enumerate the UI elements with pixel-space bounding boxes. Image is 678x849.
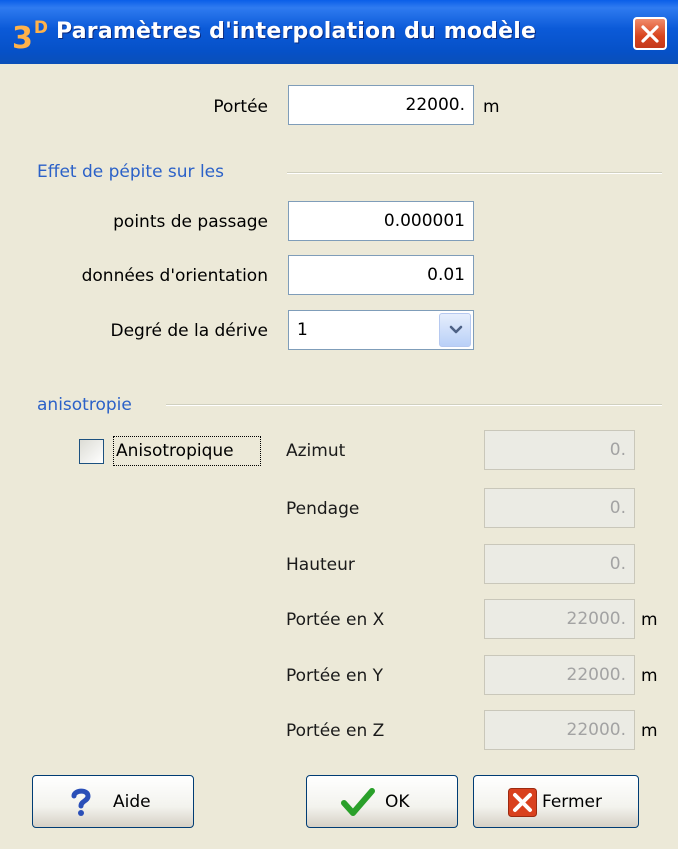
range-z-input[interactable]: 22000. bbox=[484, 710, 635, 750]
waypoints-nugget-input[interactable]: 0.000001 bbox=[288, 201, 474, 241]
waypoints-label: points de passage bbox=[113, 212, 268, 232]
drift-degree-value: 1 bbox=[297, 320, 308, 340]
dialog-window: 3D Paramètres d'interpolation du modèle … bbox=[0, 0, 678, 849]
help-button-label: Aide bbox=[113, 792, 151, 812]
close-button-label: Fermer bbox=[542, 792, 603, 812]
drift-degree-select[interactable]: 1 bbox=[288, 310, 474, 350]
close-x-icon bbox=[508, 788, 537, 817]
title-bar[interactable]: 3D Paramètres d'interpolation du modèle bbox=[0, 0, 678, 64]
range-y-unit: m bbox=[641, 666, 658, 686]
height-label: Hauteur bbox=[286, 555, 355, 575]
range-y-input[interactable]: 22000. bbox=[484, 655, 635, 695]
drift-degree-label: Degré de la dérive bbox=[110, 321, 269, 341]
window-title: Paramètres d'interpolation du modèle bbox=[56, 19, 537, 44]
range-x-label: Portée en X bbox=[286, 610, 385, 630]
checkmark-icon bbox=[341, 788, 375, 816]
orientation-nugget-input[interactable]: 0.01 bbox=[288, 255, 474, 295]
anisotropic-label[interactable]: Anisotropique bbox=[116, 439, 234, 463]
azimuth-label: Azimut bbox=[286, 441, 346, 461]
dip-input[interactable]: 0. bbox=[484, 488, 635, 528]
azimuth-input[interactable]: 0. bbox=[484, 430, 635, 470]
height-input[interactable]: 0. bbox=[484, 544, 635, 584]
help-button[interactable]: Aide bbox=[32, 775, 194, 828]
range-y-label: Portée en Y bbox=[286, 666, 384, 686]
range-x-input[interactable]: 22000. bbox=[484, 599, 635, 639]
app-logo-icon: 3D bbox=[12, 18, 48, 56]
range-input[interactable]: 22000. bbox=[288, 85, 474, 125]
nugget-section-title: Effet de pépite sur les bbox=[37, 162, 224, 182]
anisotropy-section-title: anisotropie bbox=[37, 395, 132, 415]
orientation-label: données d'orientation bbox=[81, 266, 268, 286]
anisotropy-section-separator bbox=[166, 404, 662, 406]
chevron-down-icon bbox=[449, 325, 463, 334]
help-question-icon bbox=[71, 788, 91, 816]
range-z-label: Portée en Z bbox=[286, 721, 385, 741]
nugget-section-separator bbox=[287, 172, 662, 174]
close-window-button[interactable] bbox=[633, 17, 667, 50]
range-x-unit: m bbox=[641, 610, 658, 630]
dip-label: Pendage bbox=[286, 499, 360, 519]
ok-button-label: OK bbox=[385, 792, 410, 812]
range-unit: m bbox=[483, 97, 500, 117]
dropdown-button[interactable] bbox=[439, 313, 471, 347]
close-button[interactable]: Fermer bbox=[473, 775, 639, 828]
range-z-unit: m bbox=[641, 721, 658, 741]
ok-button[interactable]: OK bbox=[306, 775, 458, 828]
anisotropic-checkbox[interactable] bbox=[79, 439, 104, 464]
range-label: Portée bbox=[213, 97, 268, 117]
close-icon bbox=[641, 25, 659, 43]
